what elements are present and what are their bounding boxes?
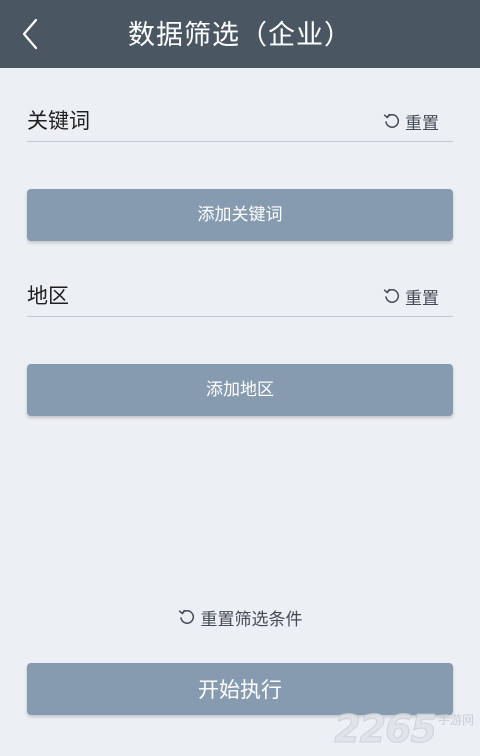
app-header: 数据筛选（企业） (0, 0, 480, 68)
region-reset-button[interactable]: 重置 (383, 276, 439, 316)
refresh-icon (383, 112, 401, 130)
watermark-text: 手游网 (437, 713, 474, 727)
region-label: 地区 (27, 284, 69, 308)
reset-filters-label: 重置筛选条件 (200, 609, 303, 630)
watermark-number: 2265 (334, 707, 438, 751)
keyword-section-header: 关键词 重置 (27, 101, 453, 142)
region-section-header: 地区 重置 (27, 276, 453, 317)
add-keyword-button[interactable]: 添加关键词 (27, 189, 453, 241)
reset-filters-button[interactable]: 重置筛选条件 (0, 603, 480, 631)
refresh-icon (383, 287, 401, 305)
page-title: 数据筛选（企业） (128, 20, 352, 51)
keyword-label: 关键词 (27, 109, 90, 133)
keyword-reset-label: 重置 (405, 113, 439, 134)
keyword-reset-button[interactable]: 重置 (383, 101, 439, 141)
region-reset-label: 重置 (405, 288, 439, 309)
add-region-button[interactable]: 添加地区 (27, 364, 453, 416)
refresh-icon (178, 608, 196, 626)
site-watermark-logo: 2265 手游网 (334, 707, 474, 751)
